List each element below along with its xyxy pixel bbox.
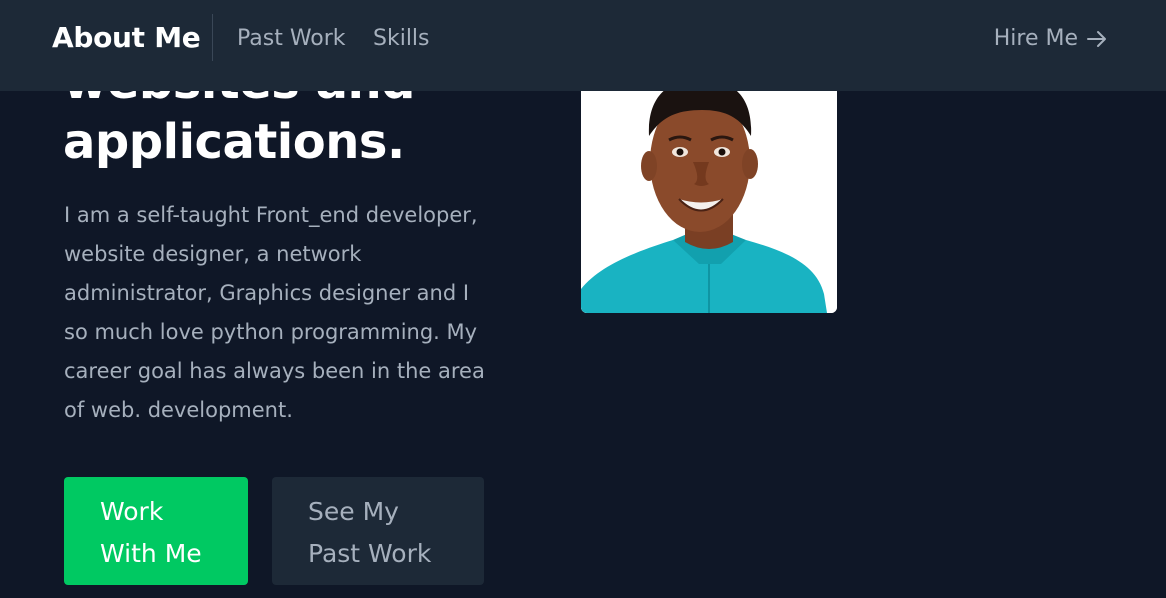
- headline-line-2: applications.: [63, 114, 405, 170]
- hire-me-label: Hire Me: [993, 26, 1078, 51]
- work-with-me-label-2: With Me: [100, 539, 202, 568]
- see-past-work-button[interactable]: See My Past Work: [272, 477, 484, 585]
- profile-photo-image: [581, 54, 837, 313]
- work-with-me-button[interactable]: Work With Me: [64, 477, 248, 585]
- see-past-work-label-2: Past Work: [308, 539, 432, 568]
- nav-link-past-work[interactable]: Past Work: [237, 26, 346, 51]
- nav-link-skills[interactable]: Skills: [373, 26, 430, 51]
- work-with-me-label-1: Work: [100, 497, 164, 526]
- page: websites and applications. I am a self-t…: [0, 0, 1166, 598]
- hire-me-link[interactable]: Hire Me: [994, 26, 1108, 51]
- hero-bio: I am a self-taught Front_end developer, …: [64, 203, 485, 422]
- see-past-work-label-1: See My: [308, 497, 399, 526]
- top-navbar: About Me Past Work Skills Hire Me: [0, 0, 1166, 91]
- nav-divider: [212, 14, 213, 61]
- nav-brand-about-me[interactable]: About Me: [52, 21, 201, 54]
- arrow-right-icon: [1087, 30, 1106, 47]
- profile-photo: [581, 54, 837, 313]
